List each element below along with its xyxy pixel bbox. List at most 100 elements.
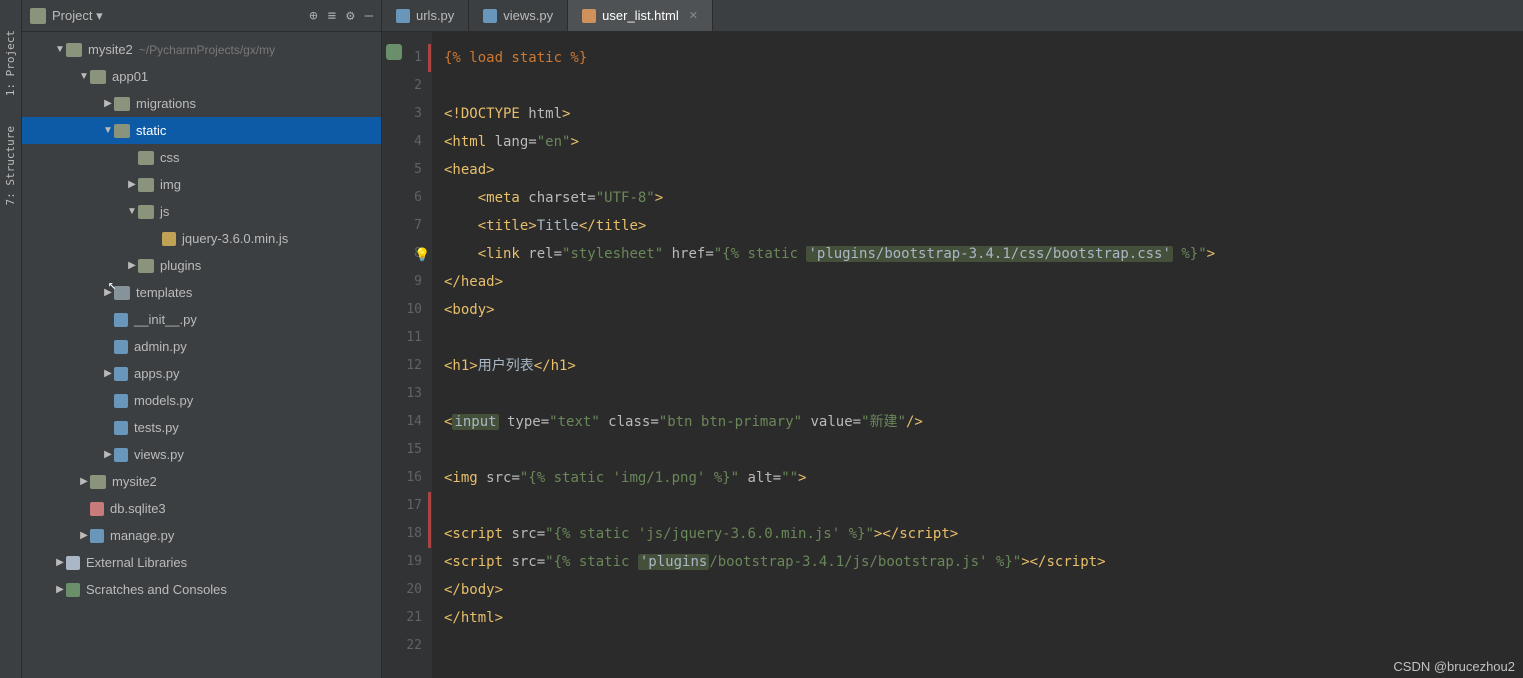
tree-label: static [136, 123, 166, 138]
folder-icon [114, 124, 130, 138]
tree-label: templates [136, 285, 192, 300]
tree-arrow-icon[interactable]: ▶ [102, 368, 114, 379]
gear-icon[interactable]: ⚙ [346, 8, 354, 24]
tree-label: db.sqlite3 [110, 501, 166, 516]
folder-icon [138, 151, 154, 165]
py-icon [114, 340, 128, 354]
tree-row[interactable]: db.sqlite3 [22, 495, 381, 522]
tree-row[interactable]: ▶ mysite2 [22, 468, 381, 495]
tree-label: app01 [112, 69, 148, 84]
tree-row[interactable]: ▼ static [22, 117, 381, 144]
tree-row[interactable]: ▶ img [22, 171, 381, 198]
py-icon [114, 367, 128, 381]
line-number: 4 [382, 128, 422, 156]
tree-label: css [160, 150, 180, 165]
target-icon[interactable]: ⊕ [309, 8, 317, 24]
tree-row[interactable]: __init__.py [22, 306, 381, 333]
tree-arrow-icon[interactable]: ▶ [54, 557, 66, 568]
editor-tab[interactable]: user_list.html ✕ [568, 0, 713, 31]
line-number: 9 [382, 268, 422, 296]
line-number: 17 [382, 492, 422, 520]
tree-row[interactable]: ▶migrations [22, 90, 381, 117]
folder-grey-icon [114, 286, 130, 300]
tool-project[interactable]: 1: Project [4, 30, 17, 96]
gutter-status-icon [386, 44, 402, 60]
file-icon [582, 9, 596, 23]
tree-arrow-icon[interactable]: ▼ [78, 71, 90, 82]
editor-gutter: 💡 12345678910111213141516171819202122 [382, 32, 432, 678]
tree-label: jquery-3.6.0.min.js [182, 231, 288, 246]
line-number: 6 [382, 184, 422, 212]
tab-label: user_list.html [602, 8, 679, 23]
file-icon [483, 9, 497, 23]
py-icon [114, 394, 128, 408]
line-number: 19 [382, 548, 422, 576]
editor-code[interactable]: {% load static %} <!DOCTYPE html><html l… [432, 32, 1523, 678]
line-number: 15 [382, 436, 422, 464]
close-icon[interactable]: ✕ [689, 9, 698, 22]
editor-tab[interactable]: urls.py [382, 0, 469, 31]
tree-row[interactable]: tests.py [22, 414, 381, 441]
tree-row[interactable]: ▶ External Libraries [22, 549, 381, 576]
py-icon [114, 313, 128, 327]
tree-arrow-icon[interactable]: ▶ [126, 179, 138, 190]
tree-label: img [160, 177, 181, 192]
js-icon [162, 232, 176, 246]
sort-icon[interactable]: ≡ [328, 8, 336, 24]
py-icon [90, 529, 104, 543]
line-number: 12 [382, 352, 422, 380]
tree-label: admin.py [134, 339, 187, 354]
tree-label: manage.py [110, 528, 174, 543]
tree-label: mysite2 [112, 474, 157, 489]
tree-row[interactable]: ▶Scratches and Consoles [22, 576, 381, 603]
tree-label: tests.py [134, 420, 179, 435]
line-number: 18 [382, 520, 422, 548]
tree-arrow-icon[interactable]: ▼ [102, 125, 114, 136]
tree-row[interactable]: ▼mysite2~/PycharmProjects/gx/my [22, 36, 381, 63]
tool-structure[interactable]: 7: Structure [4, 126, 17, 205]
watermark: CSDN @brucezhou2 [1393, 659, 1515, 674]
line-number: 13 [382, 380, 422, 408]
tree-label: plugins [160, 258, 201, 273]
tool-window-bar-left: 1: Project 7: Structure [0, 0, 22, 678]
tree-arrow-icon[interactable]: ▼ [126, 206, 138, 217]
line-number: 5 [382, 156, 422, 184]
project-icon [30, 8, 46, 24]
minimize-icon[interactable]: — [365, 8, 373, 24]
tree-row[interactable]: ▶ templates [22, 279, 381, 306]
editor-tabs: urls.py views.py user_list.html ✕ [382, 0, 1523, 32]
line-number: 20 [382, 576, 422, 604]
tree-row[interactable]: ▶ plugins [22, 252, 381, 279]
line-number: 21 [382, 604, 422, 632]
tree-row[interactable]: ▶views.py [22, 441, 381, 468]
error-stripe [428, 44, 431, 72]
tree-arrow-icon[interactable]: ▶ [102, 98, 114, 109]
editor-area: urls.pyviews.pyuser_list.html✕ 💡 1234567… [382, 0, 1523, 678]
editor-tab[interactable]: views.py [469, 0, 568, 31]
tree-row[interactable]: jquery-3.6.0.min.js [22, 225, 381, 252]
tree-arrow-icon[interactable]: ▶ [102, 287, 114, 298]
tree-row[interactable]: css [22, 144, 381, 171]
tree-arrow-icon[interactable]: ▶ [102, 449, 114, 460]
project-title[interactable]: Project ▾ [52, 8, 309, 24]
intention-bulb-icon[interactable]: 💡 [414, 242, 428, 256]
tree-label: External Libraries [86, 555, 187, 570]
tree-row[interactable]: ▼ js [22, 198, 381, 225]
tree-row[interactable]: ▶ manage.py [22, 522, 381, 549]
tree-row[interactable]: models.py [22, 387, 381, 414]
tree-arrow-icon[interactable]: ▶ [126, 260, 138, 271]
tree-arrow-icon[interactable]: ▼ [54, 44, 66, 55]
folder-icon [114, 97, 130, 111]
tree-row[interactable]: ▼ app01 [22, 63, 381, 90]
tree-row[interactable]: ▶ apps.py [22, 360, 381, 387]
tree-row[interactable]: admin.py [22, 333, 381, 360]
project-tree[interactable]: ▼mysite2~/PycharmProjects/gx/my▼app01▶mi… [22, 32, 381, 678]
tree-arrow-icon[interactable]: ▶ [78, 530, 90, 541]
tree-arrow-icon[interactable]: ▶ [54, 584, 66, 595]
tab-label: urls.py [416, 8, 454, 23]
folder-icon [138, 259, 154, 273]
tree-label: js [160, 204, 169, 219]
tree-arrow-icon[interactable]: ▶ [78, 476, 90, 487]
tree-label: apps.py [134, 366, 180, 381]
error-stripe [428, 492, 431, 520]
